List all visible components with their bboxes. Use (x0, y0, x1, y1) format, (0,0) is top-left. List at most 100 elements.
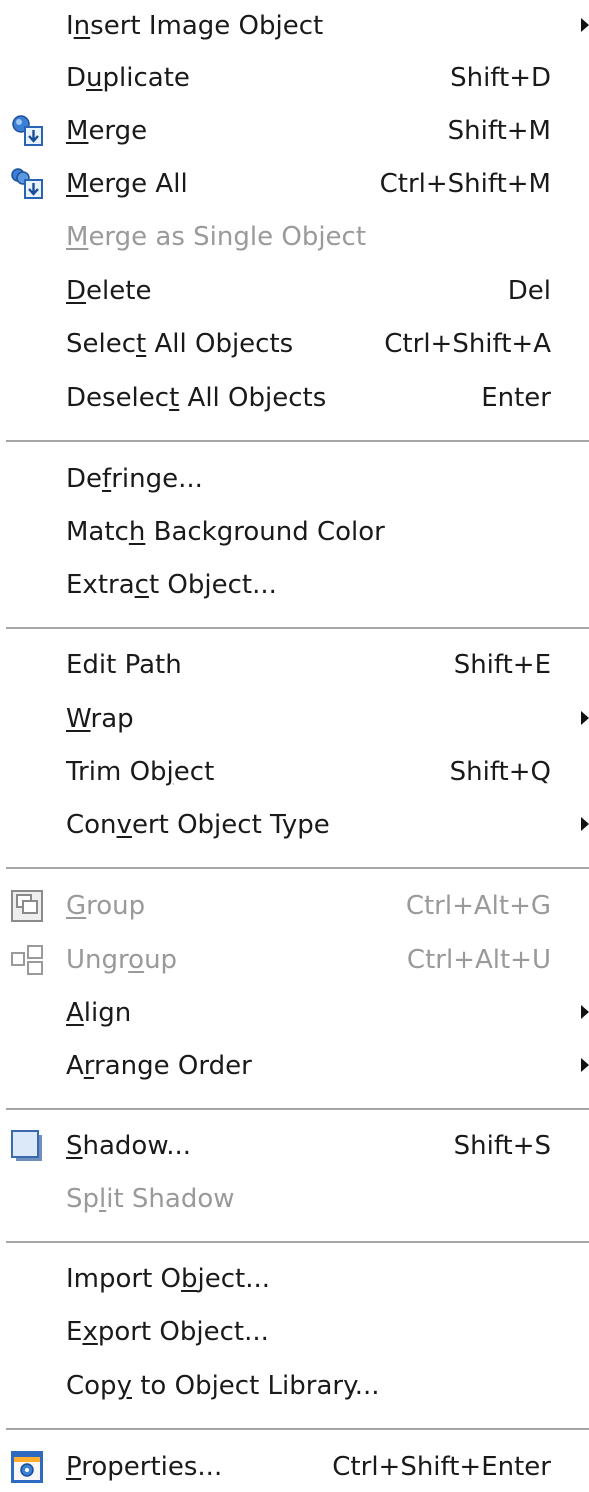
ungroup-icon (10, 943, 44, 977)
menu-item-label-mn: j (166, 757, 174, 787)
menu-item-label-pre: Deselec (66, 383, 170, 413)
menu-item-label-mn: t (169, 383, 180, 413)
menu-item-label: Merge as Single Object (66, 220, 366, 254)
menu-item-label-post: range Order (94, 1051, 252, 1081)
menu-item-label-mn: W (66, 704, 91, 734)
menu-item-label: Arrange Order (66, 1049, 252, 1083)
menu-item-select-all-objects[interactable]: Select All Objects Ctrl+Shift+A (0, 319, 589, 371)
menu-item-deselect-all-objects[interactable]: Deselect All Objects Enter (0, 373, 589, 425)
menu-item-insert-image-object[interactable]: Insert Image Object (0, 1, 589, 53)
menu-item-label-pre: Ungr (66, 945, 129, 975)
menu-separator (6, 1428, 589, 1430)
menu-item-label: Merge (66, 114, 147, 148)
menu-item-wrap[interactable]: Wrap (0, 694, 589, 746)
submenu-arrow-icon (581, 18, 589, 32)
menu-item-defringe[interactable]: Defringe... (0, 454, 589, 506)
menu-item-label-mn: M (66, 116, 89, 146)
menu-item-shortcut: Ctrl+Shift+A (384, 329, 551, 359)
menu-item-merge-all[interactable]: Merge All Ctrl+Shift+M (0, 159, 589, 211)
menu-item-label: Shadow... (66, 1129, 191, 1163)
menu-item-edit-path[interactable]: Edit Path Shift+E (0, 640, 589, 692)
menu-item-label-post: lign (83, 998, 132, 1028)
group-icon (10, 889, 44, 923)
menu-item-arrange-order[interactable]: Arrange Order (0, 1041, 589, 1093)
merge-icon (10, 114, 44, 148)
menu-item-label: Merge All (66, 167, 188, 201)
menu-item-delete[interactable]: Delete Del (0, 266, 589, 318)
menu-item-label-mn: M (66, 222, 89, 252)
menu-item-copy-to-object-library[interactable]: Copy to Object Library... (0, 1361, 589, 1413)
submenu-arrow-icon (581, 711, 589, 725)
menu-item-label-post: it Shadow (106, 1184, 235, 1214)
menu-item-label: Ungroup (66, 943, 177, 977)
menu-item-label-post: ert Object Type (131, 810, 330, 840)
menu-item-label-post: All Objects (146, 329, 294, 359)
menu-separator (6, 867, 589, 869)
menu-item-label: Properties... (66, 1450, 222, 1484)
menu-separator (6, 440, 589, 442)
menu-item-label: Delete (66, 274, 151, 308)
submenu-arrow-icon (581, 817, 589, 831)
menu-item-trim-object[interactable]: Trim Object Shift+Q (0, 747, 589, 799)
menu-item-import-object[interactable]: Import Object... (0, 1254, 589, 1306)
menu-item-label: Wrap (66, 702, 134, 736)
menu-item-ungroup[interactable]: Ungroup Ctrl+Alt+U (0, 935, 589, 987)
menu-separator (6, 1241, 589, 1243)
menu-item-label: Copy to Object Library... (66, 1369, 380, 1403)
menu-item-split-shadow[interactable]: Split Shadow (0, 1174, 589, 1226)
menu-separator (6, 1108, 589, 1110)
menu-item-label-mn: v (116, 810, 132, 840)
menu-item-label-post: t Object... (148, 570, 277, 600)
menu-item-label-post: Background Color (145, 517, 385, 547)
menu-item-label: Align (66, 996, 131, 1030)
menu-item-align[interactable]: Align (0, 988, 589, 1040)
menu-item-label-post: rap (90, 704, 134, 734)
menu-item-label-pre: Edit Path (66, 650, 182, 680)
menu-item-label-pre: Con (66, 810, 117, 840)
menu-item-convert-object-type[interactable]: Convert Object Type (0, 800, 589, 852)
menu-item-label-post: ect (173, 757, 215, 787)
submenu-arrow-icon (581, 1005, 589, 1019)
menu-item-label-mn: A (66, 998, 84, 1028)
menu-item-shortcut: Ctrl+Alt+G (405, 891, 551, 921)
properties-icon (10, 1450, 44, 1484)
menu-item-label-mn: G (66, 891, 87, 921)
menu-item-label-post: port Object... (97, 1317, 269, 1347)
menu-item-shadow[interactable]: Shadow... Shift+S (0, 1121, 589, 1173)
menu-item-properties[interactable]: Properties... Ctrl+Shift+Enter (0, 1442, 589, 1492)
menu-item-shortcut: Shift+S (453, 1131, 551, 1161)
menu-item-export-object[interactable]: Export Object... (0, 1307, 589, 1359)
menu-item-label-post: All Objects (179, 383, 327, 413)
menu-item-label-pre: A (66, 1051, 84, 1081)
menu-item-duplicate[interactable]: Duplicate Shift+D (0, 53, 589, 105)
menu-item-label-post: plicate (102, 63, 190, 93)
menu-item-label-mn: M (66, 169, 89, 199)
menu-item-shortcut: Shift+D (450, 63, 551, 93)
menu-item-label-pre: I (66, 11, 74, 41)
menu-item-shortcut: Enter (481, 383, 551, 413)
menu-item-shortcut: Ctrl+Shift+M (379, 169, 551, 199)
menu-item-merge-as-single-object[interactable]: Merge as Single Object (0, 212, 589, 264)
menu-item-group[interactable]: Group Ctrl+Alt+G (0, 881, 589, 933)
menu-item-label-mn: P (66, 1452, 82, 1482)
menu-item-label-post: roup (86, 891, 146, 921)
menu-item-label-pre: De (66, 464, 103, 494)
menu-item-merge[interactable]: Merge Shift+M (0, 106, 589, 158)
menu-item-label: Split Shadow (66, 1182, 235, 1216)
menu-item-extract-object[interactable]: Extract Object... (0, 560, 589, 612)
menu-item-label-pre: Import O (66, 1264, 182, 1294)
menu-item-label-post: ringe... (111, 464, 203, 494)
menu-item-match-background-color[interactable]: Match Background Color (0, 507, 589, 559)
menu-item-label-mn: o (128, 945, 145, 975)
menu-item-label-post: roperties... (81, 1452, 223, 1482)
menu-separator (6, 627, 589, 629)
menu-item-label: Import Object... (66, 1262, 270, 1296)
menu-item-label: Edit Path (66, 648, 182, 682)
menu-item-label-pre: Selec (66, 329, 137, 359)
menu-item-label-mn: c (134, 570, 149, 600)
menu-item-label: Extract Object... (66, 568, 277, 602)
menu-item-label: Duplicate (66, 61, 190, 95)
menu-item-shortcut: Ctrl+Shift+Enter (332, 1452, 551, 1482)
menu-item-label-post: to Object Library... (131, 1371, 380, 1401)
menu-item-shortcut: Del (507, 276, 551, 306)
